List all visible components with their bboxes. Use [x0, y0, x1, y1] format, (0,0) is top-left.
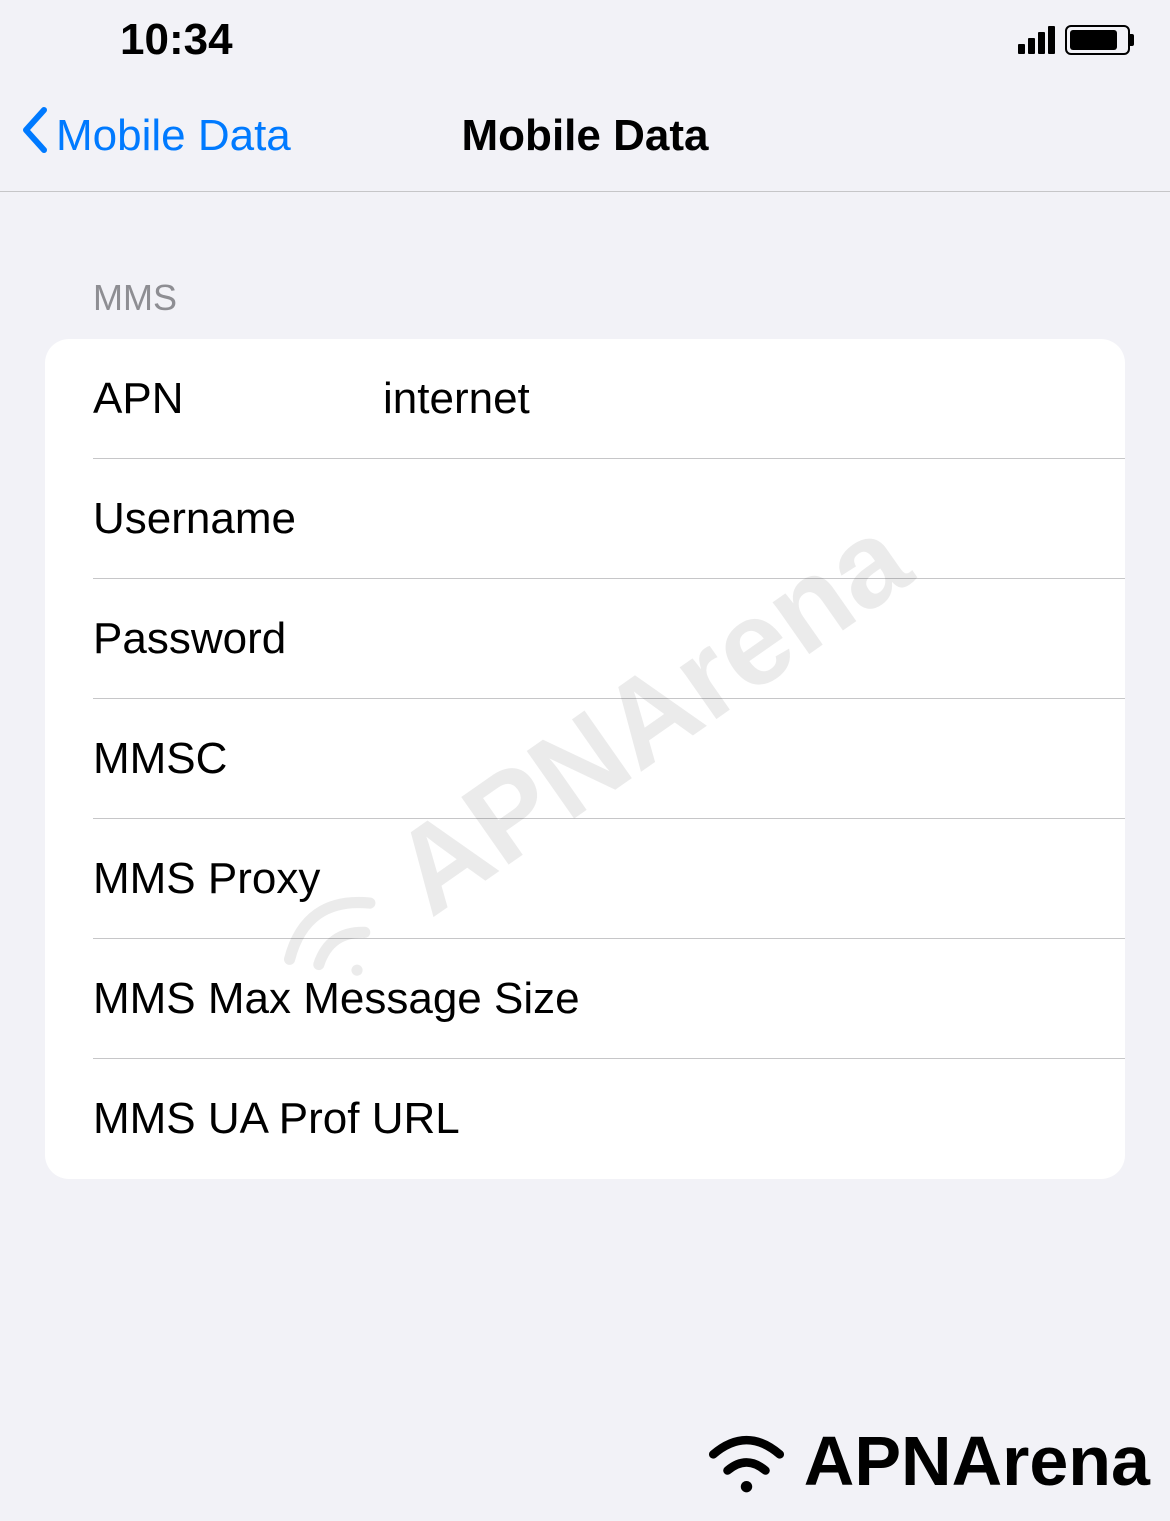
mms-max-size-row[interactable]: MMS Max Message Size [45, 939, 1125, 1059]
mms-max-size-label: MMS Max Message Size [93, 974, 1125, 1024]
status-indicators [1018, 25, 1130, 55]
username-input[interactable] [383, 494, 1125, 544]
password-row[interactable]: Password [45, 579, 1125, 699]
mmsc-label: MMSC [93, 734, 383, 784]
wifi-icon [699, 1426, 794, 1496]
status-time: 10:34 [120, 15, 233, 65]
username-row[interactable]: Username [45, 459, 1125, 579]
back-label: Mobile Data [56, 111, 291, 161]
mmsc-row[interactable]: MMSC [45, 699, 1125, 819]
navigation-bar: Mobile Data Mobile Data [0, 80, 1170, 192]
mms-proxy-label: MMS Proxy [93, 854, 1125, 904]
chevron-left-icon [20, 106, 48, 165]
footer-brand: APNArena [699, 1421, 1150, 1501]
back-button[interactable]: Mobile Data [20, 106, 291, 165]
mms-ua-prof-label: MMS UA Prof URL [93, 1094, 1125, 1144]
status-bar: 10:34 [0, 0, 1170, 80]
mms-ua-prof-row[interactable]: MMS UA Prof URL [45, 1059, 1125, 1179]
battery-icon [1065, 25, 1130, 55]
mms-settings-group: APN Username Password MMSC MMS Proxy MMS… [45, 339, 1125, 1179]
mmsc-input[interactable] [383, 734, 1125, 784]
username-label: Username [93, 494, 383, 544]
password-label: Password [93, 614, 383, 664]
page-title: Mobile Data [462, 111, 709, 161]
section-header-mms: MMS [45, 192, 1125, 339]
content-area: MMS APN Username Password MMSC MMS Proxy… [0, 192, 1170, 1179]
apn-input[interactable] [383, 374, 1125, 424]
password-input[interactable] [383, 614, 1125, 664]
apn-row[interactable]: APN [45, 339, 1125, 459]
apn-label: APN [93, 374, 383, 424]
mms-proxy-row[interactable]: MMS Proxy [45, 819, 1125, 939]
footer-brand-text: APNArena [804, 1421, 1150, 1501]
signal-icon [1018, 26, 1055, 54]
